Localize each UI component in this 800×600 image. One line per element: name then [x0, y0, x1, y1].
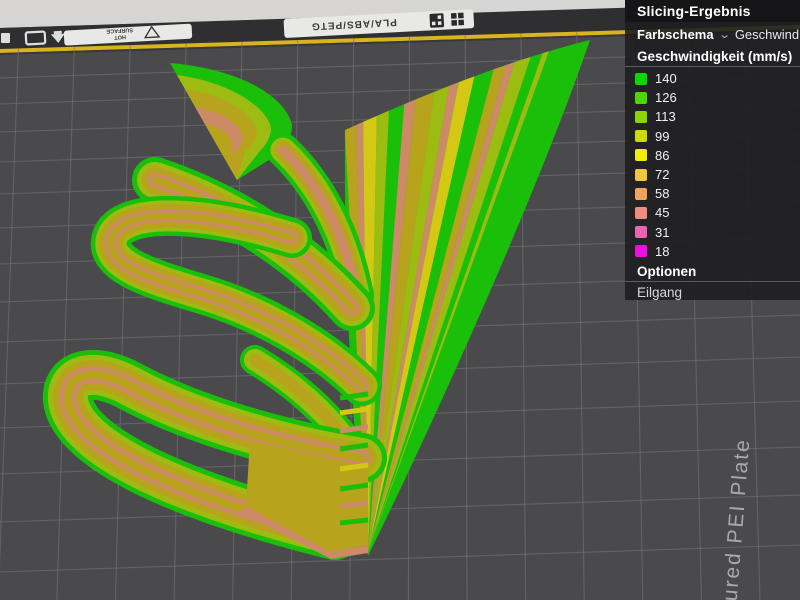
legend-title: Geschwindigkeit (mm/s) [637, 48, 793, 64]
panel-title: Slicing-Ergebnis [625, 0, 800, 22]
slicer-preview-window: HOT SURFACE PLA/ABS/PETG Textured PEI Pl… [0, 0, 800, 600]
plate-name-text: Textured PEI Plate [715, 437, 754, 600]
legend-value: 45 [655, 205, 670, 221]
legend-item: 99 [625, 127, 800, 146]
options-title: Optionen [637, 264, 697, 280]
speed-legend: 140 126 113 99 86 72 58 45 31 18 [625, 67, 800, 261]
legend-item: 58 [625, 184, 800, 203]
travel-option[interactable]: Eilgang [625, 282, 800, 303]
legend-item: 126 [625, 88, 800, 107]
legend-swatch [635, 168, 647, 181]
legend-swatch [635, 72, 647, 85]
legend-swatch [635, 149, 647, 162]
color-scheme-row: Farbschema ⌄ Geschwind [625, 22, 800, 46]
legend-item: 45 [625, 203, 800, 222]
legend-item: 72 [625, 165, 800, 184]
legend-item: 140 [625, 69, 800, 88]
legend-item: 86 [625, 146, 800, 165]
chevron-down-icon[interactable]: ⌄ [718, 28, 731, 41]
spool-icon [1, 33, 10, 43]
legend-value: 140 [655, 71, 677, 87]
legend-swatch [635, 91, 647, 104]
legend-swatch [635, 206, 647, 219]
legend-value: 86 [655, 147, 670, 163]
legend-value: 126 [655, 90, 677, 106]
legend-item: 18 [625, 242, 800, 261]
color-scheme-dropdown[interactable]: Geschwind [735, 27, 799, 42]
legend-swatch [635, 245, 647, 258]
legend-swatch [635, 110, 647, 123]
color-scheme-label: Farbschema [637, 26, 714, 42]
legend-swatch [635, 130, 647, 143]
legend-item: 113 [625, 107, 800, 126]
legend-swatch [635, 187, 647, 200]
legend-item: 31 [625, 223, 800, 242]
legend-swatch [635, 226, 647, 239]
legend-value: 72 [655, 167, 670, 183]
sliced-model[interactable] [43, 0, 592, 560]
legend-value: 58 [655, 186, 670, 202]
legend-value: 31 [655, 224, 670, 240]
legend-value: 18 [655, 243, 670, 259]
legend-value: 113 [655, 109, 676, 125]
qr-code-icon [429, 13, 445, 28]
slicing-result-panel: Slicing-Ergebnis Farbschema ⌄ Geschwind … [625, 0, 800, 300]
legend-value: 99 [655, 128, 670, 144]
